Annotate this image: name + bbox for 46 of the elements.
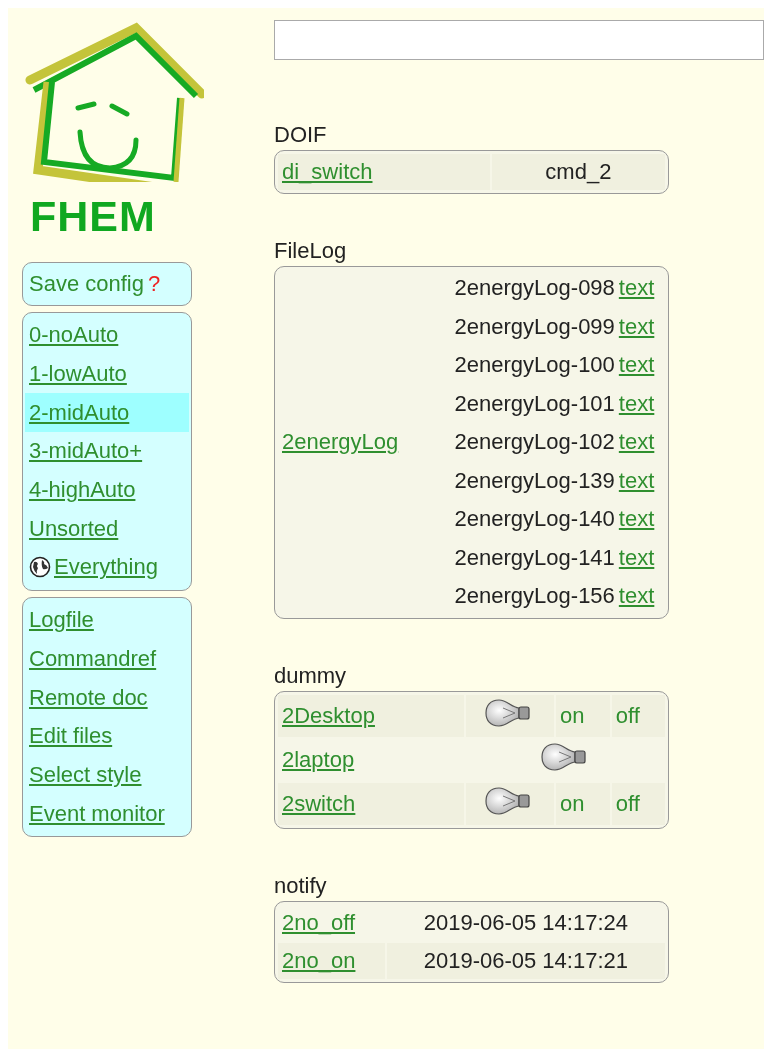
section-title: FileLog [274, 238, 348, 264]
section-title: DOIF [274, 122, 328, 148]
menu-link[interactable]: Commandref [25, 639, 189, 679]
section-title: notify [274, 872, 328, 899]
menu-link[interactable]: Logfile [25, 600, 189, 640]
log-file-name: 2energyLog-156 [454, 583, 615, 609]
log-file-name: 2energyLog-100 [454, 352, 615, 378]
menu-link[interactable]: Select style [25, 755, 189, 795]
room-link[interactable]: 0-noAuto [25, 316, 189, 355]
room-link[interactable]: 1-lowAuto [25, 354, 189, 394]
search-field[interactable] [274, 20, 764, 60]
device-link[interactable]: 2laptop [282, 746, 355, 772]
log-file-name: 2energyLog-140 [454, 506, 615, 532]
device-state: cmd_2 [545, 159, 612, 184]
logo-text: FHEM [30, 194, 156, 238]
text-link[interactable]: text [618, 544, 655, 570]
log-file-name: 2energyLog-099 [454, 313, 615, 339]
device-link[interactable]: 2energyLog [282, 429, 399, 455]
text-link[interactable]: text [618, 390, 655, 416]
room-link[interactable]: Unsorted [25, 509, 189, 549]
section-title: dummy [274, 662, 348, 689]
log-file-name: 2energyLog-141 [454, 544, 615, 570]
globe-icon [29, 556, 51, 579]
text-link[interactable]: text [618, 352, 655, 378]
timestamp: 2019-06-05 14:17:21 [423, 947, 628, 973]
log-file-name: 2energyLog-102 [454, 429, 615, 455]
text-link[interactable]: text [618, 275, 655, 301]
log-file-name: 2energyLog-098 [454, 275, 615, 301]
room-link[interactable]: 2-midAuto [25, 393, 189, 433]
room-link[interactable]: 3-midAuto+ [25, 432, 189, 471]
timestamp: 2019-06-05 14:17:24 [423, 909, 628, 935]
text-link[interactable]: text [618, 506, 655, 532]
text-link[interactable]: text [618, 313, 655, 339]
text-link[interactable]: text [618, 583, 655, 609]
menu-link[interactable]: Edit files [25, 716, 189, 756]
device-link[interactable]: 2no_off [282, 909, 355, 935]
log-file-name: 2energyLog-101 [454, 390, 615, 416]
save-config-link[interactable]: Save config ? [25, 266, 189, 302]
log-file-name: 2energyLog-139 [454, 467, 615, 493]
room-link[interactable]: 4-highAuto [25, 470, 189, 510]
house-logo-icon [24, 20, 204, 182]
menu-link[interactable]: Remote doc [25, 678, 189, 717]
room-link[interactable]: Everything [25, 548, 189, 587]
menu-link[interactable]: Event monitor [25, 794, 189, 833]
text-link[interactable]: text [618, 467, 655, 493]
text-link[interactable]: text [618, 429, 655, 455]
